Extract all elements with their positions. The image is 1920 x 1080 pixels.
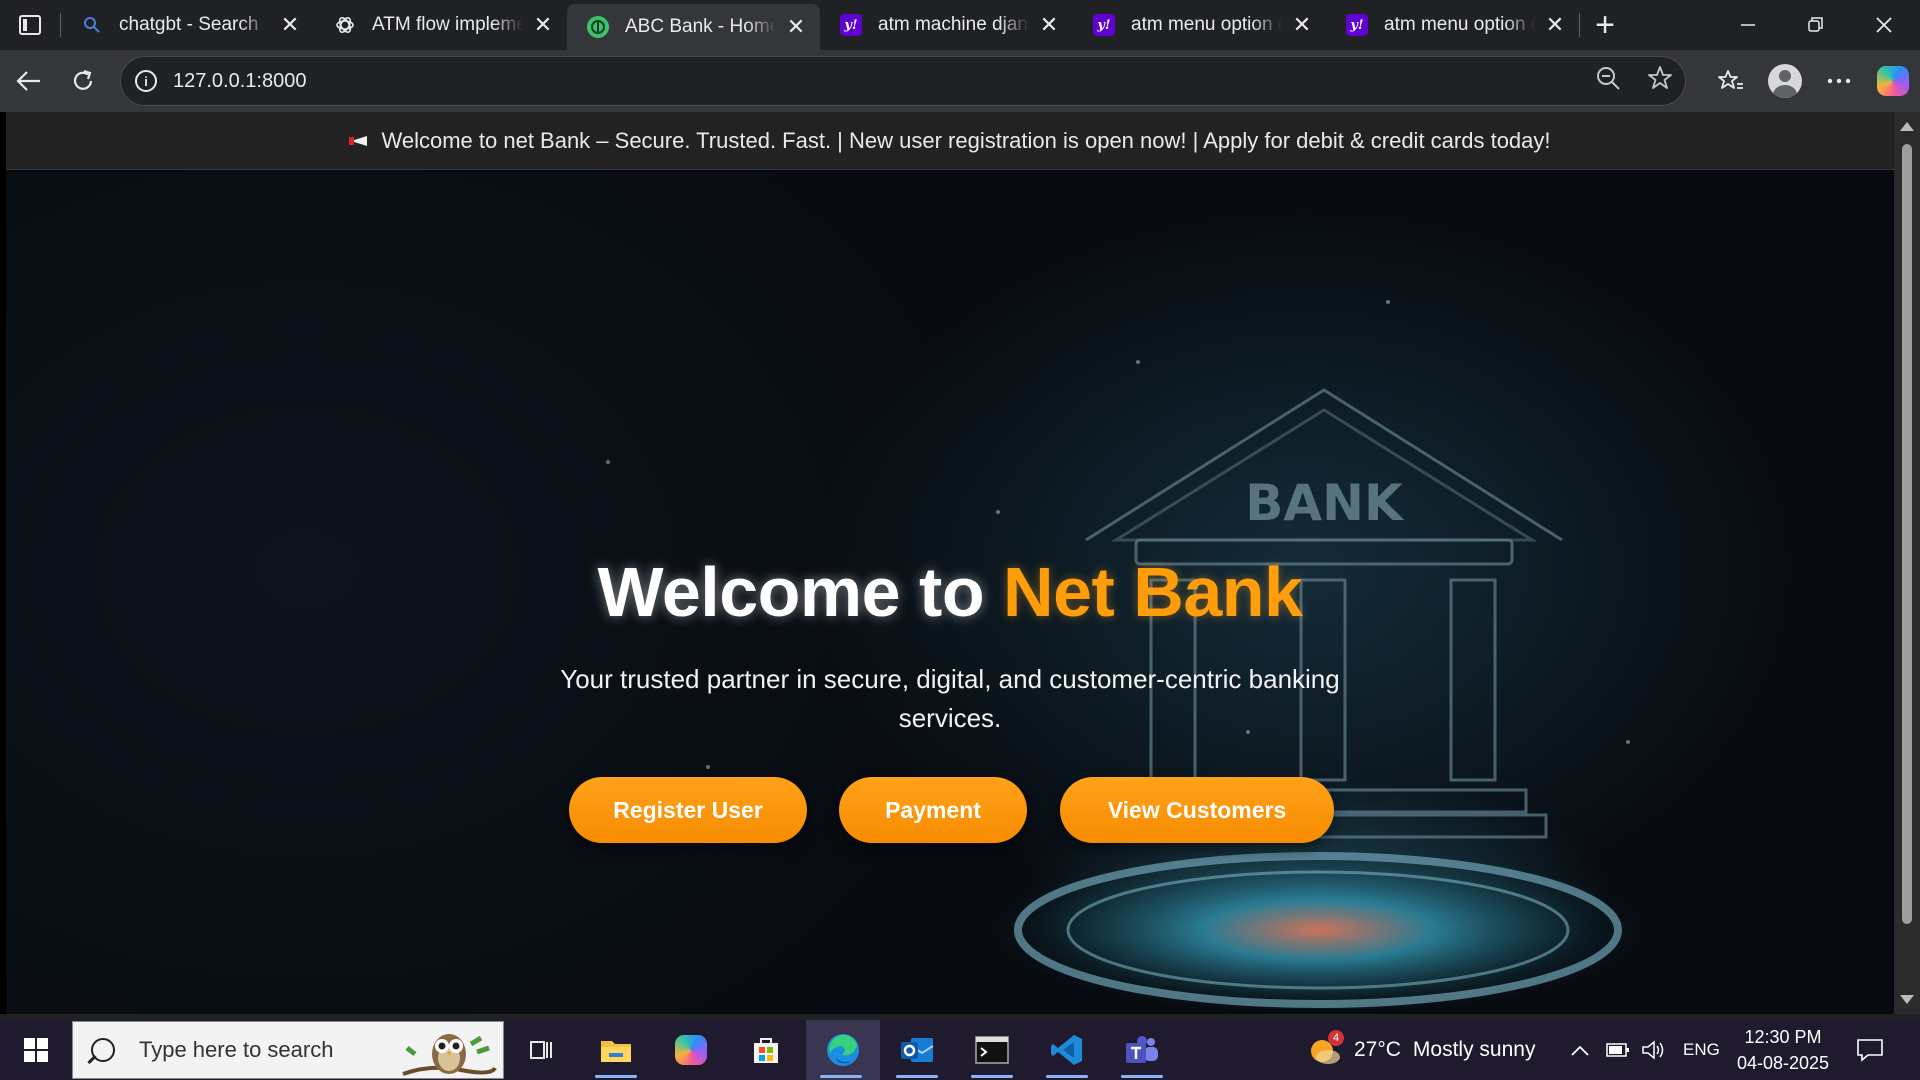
task-view-icon[interactable] — [506, 1020, 576, 1080]
tab-atm-machine-django[interactable]: y! atm machine django ✕ — [820, 0, 1073, 50]
payment-button[interactable]: Payment — [839, 777, 1027, 843]
taskbar-search-box[interactable]: Type here to search — [72, 1021, 504, 1079]
announcement-ticker: Welcome to net Bank – Secure. Trusted. F… — [6, 112, 1894, 170]
restore-icon[interactable] — [1788, 0, 1844, 50]
hero-subtitle: Your trusted partner in secure, digital,… — [560, 664, 1340, 733]
yahoo-icon: y! — [1093, 14, 1115, 36]
zoom-out-icon[interactable] — [1595, 65, 1621, 98]
close-tab-icon[interactable]: ✕ — [1290, 12, 1314, 37]
battery-icon[interactable] — [1606, 1020, 1630, 1080]
tab-title: chatgbt - Search — [119, 14, 259, 35]
url-text[interactable]: 127.0.0.1:8000 — [173, 70, 306, 93]
tab-actions-menu-icon[interactable] — [0, 0, 60, 50]
megaphone-icon — [349, 133, 371, 149]
hero-section: BANK Welcome to Net Bank Your trusted pa… — [6, 170, 1894, 1014]
screen: chatgbt - Search ✕ ATM flow implementati… — [0, 0, 1920, 1080]
address-bar: i 127.0.0.1:8000 — [0, 50, 1920, 112]
scroll-down-icon[interactable] — [1900, 995, 1914, 1004]
tab-title: atm menu option de — [1384, 14, 1535, 35]
close-window-icon[interactable] — [1856, 0, 1912, 50]
start-button[interactable] — [0, 1020, 72, 1080]
more-options-icon[interactable] — [1812, 54, 1866, 108]
active-indicator — [820, 1075, 862, 1078]
yahoo-icon: y! — [840, 14, 862, 36]
ticker-text: Welcome to net Bank – Secure. Trusted. F… — [381, 127, 1551, 153]
owl-search-highlight-icon — [402, 1034, 497, 1076]
hero-title-accent: Net Bank — [1003, 553, 1303, 631]
hero-title: Welcome to Net Bank — [6, 552, 1894, 632]
profile-avatar[interactable] — [1758, 54, 1812, 108]
clock-time: 12:30 PM — [1744, 1027, 1822, 1047]
favorites-icon[interactable] — [1704, 54, 1758, 108]
new-tab-icon[interactable]: + — [1580, 0, 1630, 50]
outlook-icon[interactable] — [882, 1020, 952, 1080]
close-tab-icon[interactable]: ✕ — [278, 12, 302, 37]
weather-desc: Mostly sunny — [1412, 1038, 1536, 1061]
yahoo-icon: y! — [1346, 14, 1368, 36]
weather-temp: 27°C — [1354, 1038, 1401, 1061]
weather-badge: 4 — [1328, 1030, 1344, 1046]
teams-icon[interactable] — [1107, 1020, 1177, 1080]
tab-title: ABC Bank - Home — [625, 16, 776, 37]
show-hidden-icons-icon[interactable] — [1570, 1020, 1590, 1080]
close-tab-icon[interactable]: ✕ — [1037, 12, 1061, 37]
microsoft-store-icon[interactable] — [731, 1020, 801, 1080]
tab-chatgbt-search[interactable]: chatgbt - Search ✕ — [61, 0, 314, 50]
running-indicator — [1121, 1075, 1163, 1078]
omnibox[interactable]: i 127.0.0.1:8000 — [120, 56, 1686, 106]
edge-icon[interactable] — [806, 1020, 880, 1080]
search-icon — [81, 14, 103, 36]
file-explorer-icon[interactable] — [581, 1020, 651, 1080]
volume-icon[interactable] — [1641, 1020, 1665, 1080]
tab-bar: chatgbt - Search ✕ ATM flow implementati… — [0, 0, 1920, 50]
tab-title: atm menu option de — [1131, 14, 1282, 35]
tab-title: ATM flow implementation — [372, 14, 523, 35]
back-icon[interactable] — [2, 54, 56, 108]
scroll-up-icon[interactable] — [1900, 122, 1914, 131]
running-indicator — [971, 1075, 1013, 1078]
weather-sun-icon: 4 — [1308, 1030, 1344, 1067]
taskbar-search-placeholder: Type here to search — [139, 1037, 334, 1062]
favorite-star-icon[interactable] — [1647, 65, 1673, 98]
vscode-icon[interactable] — [1032, 1020, 1102, 1080]
clock-date: 04-08-2025 — [1736, 1053, 1830, 1073]
page-scrollbar[interactable] — [1894, 112, 1920, 1014]
running-indicator — [896, 1075, 938, 1078]
view-customers-button[interactable]: View Customers — [1060, 777, 1334, 843]
tab-atm-flow[interactable]: ATM flow implementation ✕ — [314, 0, 567, 50]
hero-title-prefix: Welcome to — [597, 553, 1004, 631]
tab-atm-menu-option-2[interactable]: y! atm menu option de ✕ — [1326, 0, 1579, 50]
register-user-button[interactable]: Register User — [569, 777, 807, 843]
minimize-icon[interactable] — [1720, 0, 1776, 50]
windows-logo-icon — [24, 1038, 48, 1062]
copilot-icon[interactable] — [1866, 54, 1920, 108]
close-tab-icon[interactable]: ✕ — [1543, 12, 1567, 37]
close-tab-icon[interactable]: ✕ — [531, 12, 555, 37]
language-indicator[interactable]: ENG — [1683, 1020, 1720, 1080]
tab-atm-menu-option-1[interactable]: y! atm menu option de ✕ — [1073, 0, 1326, 50]
site-info-icon[interactable]: i — [135, 70, 157, 92]
chatgpt-icon — [334, 14, 356, 36]
tab-abc-bank-home[interactable]: ABC Bank - Home ✕ — [567, 4, 820, 50]
running-indicator — [1046, 1075, 1088, 1078]
taskbar: Type here to search 4 27°C Mostly sunny … — [0, 1020, 1920, 1080]
close-tab-icon[interactable]: ✕ — [784, 14, 808, 39]
copilot-icon[interactable] — [656, 1020, 726, 1080]
scroll-thumb[interactable] — [1902, 144, 1912, 924]
bank-site-icon — [587, 16, 609, 38]
taskbar-clock[interactable]: 12:30 PM 04-08-2025 — [1725, 1020, 1841, 1080]
tab-title: atm machine django — [878, 14, 1029, 35]
weather-widget[interactable]: 4 27°C Mostly sunny — [1308, 1020, 1535, 1080]
running-indicator — [595, 1075, 637, 1078]
page-viewport: Welcome to net Bank – Secure. Trusted. F… — [6, 112, 1894, 1014]
reload-icon[interactable] — [56, 54, 110, 108]
search-icon — [91, 1038, 115, 1062]
notifications-icon[interactable] — [1856, 1020, 1884, 1080]
terminal-icon[interactable] — [957, 1020, 1027, 1080]
